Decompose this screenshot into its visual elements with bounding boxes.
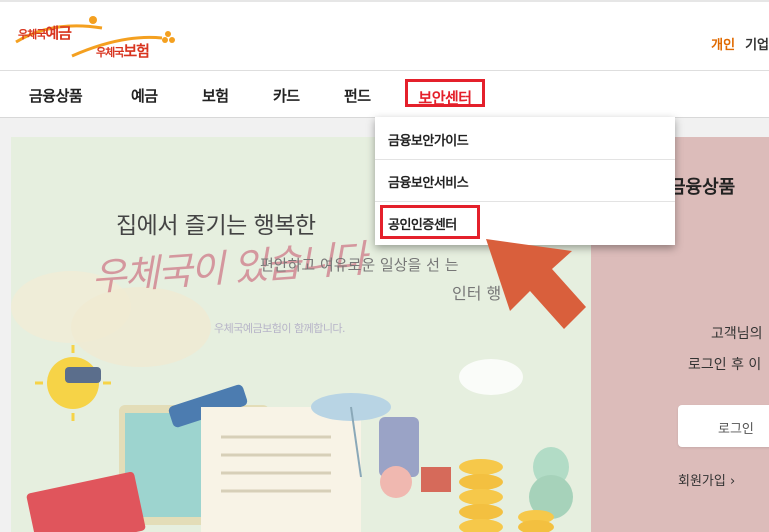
nav-fund[interactable]: 펀드 bbox=[344, 85, 371, 106]
side-text-1: 고객님의 bbox=[711, 326, 763, 342]
side-title: 금융상품 bbox=[669, 177, 736, 198]
dropdown-item-label: 금융보안가이드 bbox=[388, 134, 469, 149]
user-type-switch: 개인 기업 bbox=[711, 34, 769, 53]
logo[interactable]: 우체국예금 우체국보험 bbox=[12, 12, 182, 64]
login-button-label: 로그인 bbox=[718, 422, 754, 437]
nav-security-center[interactable]: 보안센터 bbox=[405, 79, 485, 107]
main-nav: 금융상품 예금 보험 카드 펀드 보안센터 bbox=[0, 71, 769, 118]
nav-security-center-label: 보안센터 bbox=[418, 89, 472, 107]
header: 우체국예금 우체국보험 개인 기업 bbox=[0, 2, 769, 71]
personal-link[interactable]: 개인 bbox=[711, 38, 735, 53]
certificate-center-highlight bbox=[380, 205, 480, 239]
side-text-2: 로그인 후 이 bbox=[688, 357, 762, 373]
banner-small-text: 우체국예금보험이 함께합니다. bbox=[214, 322, 346, 335]
join-link[interactable]: 회원가입 › bbox=[678, 470, 735, 489]
nav-financial-products[interactable]: 금융상품 bbox=[29, 85, 83, 106]
logo-yegeum: 우체국예금 bbox=[18, 24, 72, 42]
nav-deposit[interactable]: 예금 bbox=[131, 85, 158, 106]
dropdown-item-security-service[interactable]: 금융보안서비스 bbox=[375, 159, 675, 202]
banner-subtitle-1: 편안하고 여유로운 일상을 선 는 bbox=[260, 256, 459, 274]
banner-title: 집에서 즐기는 행복한 bbox=[116, 213, 316, 239]
dropdown-item-security-guide[interactable]: 금융보안가이드 bbox=[375, 117, 675, 160]
nav-insurance[interactable]: 보험 bbox=[202, 85, 229, 106]
pointer-arrow-icon bbox=[486, 239, 586, 329]
logo-boheom: 우체국보험 bbox=[96, 42, 150, 60]
corporate-link[interactable]: 기업 bbox=[745, 38, 769, 53]
nav-card[interactable]: 카드 bbox=[273, 85, 300, 106]
login-button[interactable]: 로그인 bbox=[678, 405, 769, 447]
dropdown-item-label: 금융보안서비스 bbox=[388, 176, 469, 191]
